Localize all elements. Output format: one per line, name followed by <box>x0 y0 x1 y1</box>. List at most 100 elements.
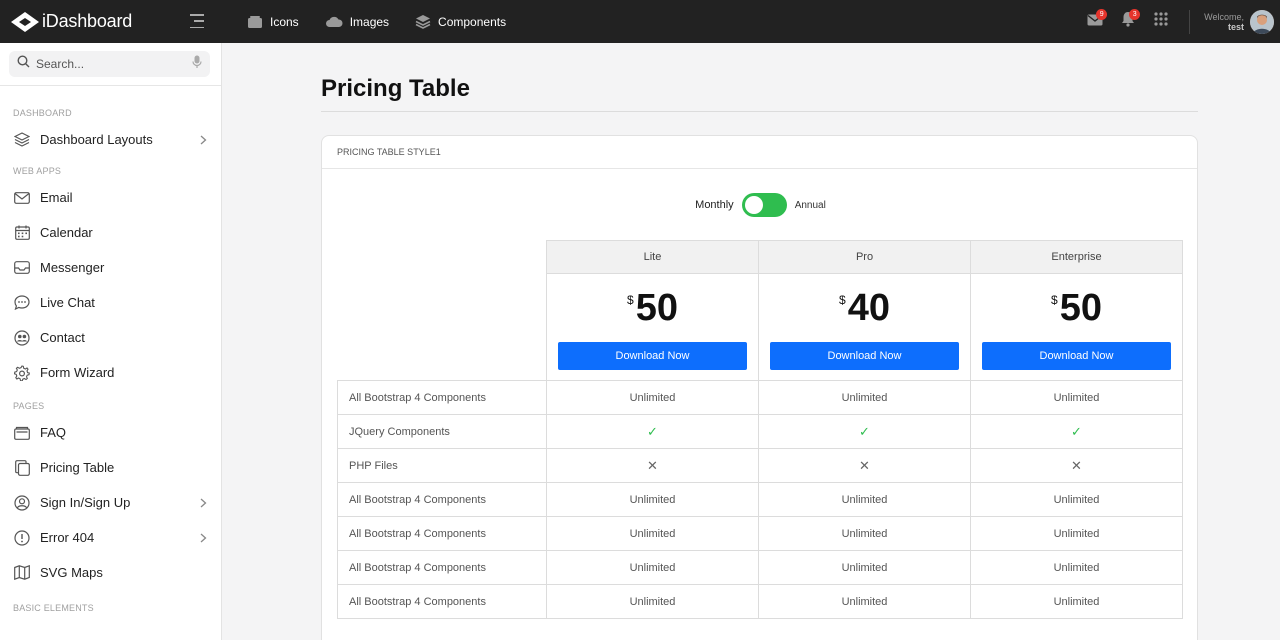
grid-icon <box>1154 12 1168 31</box>
sidebar-item-faq[interactable]: FAQ <box>0 415 221 450</box>
menu-toggle-icon[interactable] <box>188 14 204 28</box>
top-nav: Icons Images Components <box>247 14 532 29</box>
download-now-button-lite[interactable]: Download Now <box>558 342 747 370</box>
brand-logo-icon <box>10 10 40 34</box>
search-box <box>9 51 210 77</box>
apps-button[interactable] <box>1144 0 1177 43</box>
copy-icon <box>13 459 31 477</box>
sidebar-item-live-chat[interactable]: Live Chat <box>0 285 221 320</box>
price: $ 50 <box>971 287 1182 329</box>
plan-name-pro: Pro <box>758 240 971 274</box>
feature-value: Unlimited <box>758 550 971 585</box>
feature-value: Unlimited <box>970 380 1183 415</box>
top-nav-images-label: Images <box>349 14 390 29</box>
sidebar-item-error-404[interactable]: Error 404 <box>0 520 221 555</box>
feature-value: ✓ <box>546 414 759 449</box>
close-icon: ✕ <box>1071 457 1082 473</box>
check-icon: ✓ <box>859 423 870 439</box>
feature-value: Unlimited <box>546 584 759 619</box>
sidebar-item-svg-maps[interactable]: SVG Maps <box>0 555 221 590</box>
sidebar-item-calendar[interactable]: Calendar <box>0 215 221 250</box>
check-icon: ✓ <box>647 423 658 439</box>
feature-value: Unlimited <box>970 584 1183 619</box>
map-icon <box>13 564 31 582</box>
top-nav-components[interactable]: Components <box>415 14 506 29</box>
search-input[interactable] <box>36 57 192 71</box>
brand-name: iDashboard <box>42 11 133 31</box>
currency-symbol: $ <box>839 293 846 307</box>
section-label-basic-elements: BASIC ELEMENTS <box>13 603 94 613</box>
welcome-label: Welcome, <box>1204 11 1244 22</box>
sidebar-item-form-wizard[interactable]: Form Wizard <box>0 355 221 390</box>
table-row: All Bootstrap 4 Components Unlimited Unl… <box>337 516 1183 551</box>
feature-value: Unlimited <box>758 482 971 517</box>
feature-value: ✕ <box>970 448 1183 483</box>
currency-symbol: $ <box>1051 293 1058 307</box>
feature-name: All Bootstrap 4 Components <box>337 482 547 517</box>
top-nav-images[interactable]: Images <box>325 15 389 29</box>
sidebar-divider <box>0 85 221 86</box>
toggle-label-annual: Annual <box>794 199 826 211</box>
price: $ 50 <box>547 287 758 329</box>
toggle-label-monthly: Monthly <box>695 199 734 211</box>
feature-name: All Bootstrap 4 Components <box>337 516 547 551</box>
sidebar-item-email[interactable]: Email <box>0 180 221 215</box>
stack-icon <box>415 14 431 29</box>
feature-value: Unlimited <box>546 380 759 415</box>
top-bar: iDashboard Icons Images Components 9 3 W… <box>0 0 1280 43</box>
chevron-right-icon <box>200 498 207 508</box>
feature-value: ✓ <box>970 414 1183 449</box>
top-divider <box>1189 9 1191 34</box>
sidebar-item-messenger[interactable]: Messenger <box>0 250 221 285</box>
gear-icon <box>13 364 31 382</box>
microphone-icon[interactable] <box>192 55 202 74</box>
toggle-knob <box>744 196 763 214</box>
plan-header-row: Lite Pro Enterprise <box>337 240 1183 381</box>
billing-toggle-switch[interactable] <box>741 193 787 217</box>
price-amount: 50 <box>635 287 678 329</box>
table-row: All Bootstrap 4 Components Unlimited Unl… <box>337 380 1183 415</box>
table-row: PHP Files ✕ ✕ ✕ <box>337 448 1183 483</box>
feature-value: Unlimited <box>970 550 1183 585</box>
sidebar-item-label: Messenger <box>40 260 105 275</box>
plan-price-cell-lite: $ 50 Download Now <box>546 273 759 381</box>
sidebar-item-label: Contact <box>40 330 85 345</box>
sidebar: DASHBOARD Dashboard Layouts WEB APPS Ema… <box>0 43 222 640</box>
feature-value: Unlimited <box>970 516 1183 551</box>
cloud-icon <box>325 16 343 28</box>
sidebar-item-label: SVG Maps <box>40 565 103 580</box>
mail-icon <box>13 189 31 207</box>
notifications-button[interactable]: 3 <box>1111 0 1144 43</box>
search-icon <box>17 55 30 73</box>
top-nav-icons-label: Icons <box>270 14 299 29</box>
plan-price-cell-pro: $ 40 Download Now <box>758 273 971 381</box>
layers-icon <box>13 131 31 149</box>
download-now-button-enterprise[interactable]: Download Now <box>982 342 1171 370</box>
empty-corner-cell <box>337 240 547 381</box>
price: $ 40 <box>759 287 970 329</box>
billing-toggle-row: Monthly Annual <box>322 193 1199 217</box>
sidebar-item-label: Live Chat <box>40 295 95 310</box>
sidebar-item-dashboard-layouts[interactable]: Dashboard Layouts <box>0 122 221 157</box>
feature-value: ✕ <box>546 448 759 483</box>
sidebar-item-contact[interactable]: Contact <box>0 320 221 355</box>
feature-name: All Bootstrap 4 Components <box>337 380 547 415</box>
feature-value: Unlimited <box>546 550 759 585</box>
feature-name: JQuery Components <box>337 414 547 449</box>
avatar[interactable] <box>1250 9 1274 34</box>
sidebar-item-sign-in[interactable]: Sign In/Sign Up <box>0 485 221 520</box>
mail-button[interactable]: 9 <box>1078 0 1111 43</box>
contacts-icon <box>13 329 31 347</box>
plan-price-cell-enterprise: $ 50 Download Now <box>970 273 1183 381</box>
sidebar-item-label: Email <box>40 190 73 205</box>
currency-symbol: $ <box>627 293 634 307</box>
top-nav-icons[interactable]: Icons <box>247 15 299 29</box>
feature-value: Unlimited <box>970 482 1183 517</box>
user-circle-icon <box>13 494 31 512</box>
sidebar-item-pricing-table[interactable]: Pricing Table <box>0 450 221 485</box>
download-now-button-pro[interactable]: Download Now <box>770 342 959 370</box>
brand[interactable]: iDashboard <box>0 0 222 43</box>
pricing-table: Lite Pro Enterprise $ 50 Download Now $ … <box>337 240 1183 619</box>
top-nav-components-label: Components <box>438 14 507 29</box>
notification-count-badge: 3 <box>1129 9 1141 20</box>
